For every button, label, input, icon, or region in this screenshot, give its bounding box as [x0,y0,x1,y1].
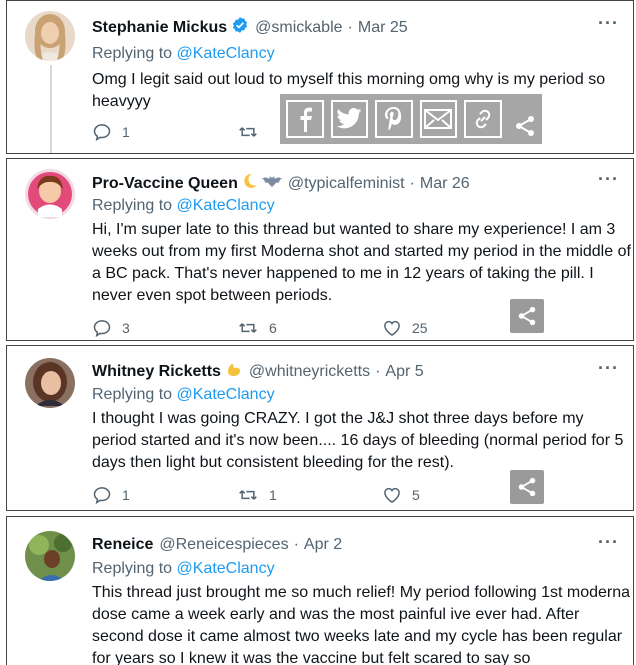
pinterest-icon [384,107,401,131]
author-name[interactable]: Stephanie Mickus [92,19,227,37]
separator-dot: · [409,174,415,192]
tweet-date[interactable]: Mar 25 [358,19,408,37]
tweet-actions: 3 6 25 [92,318,428,338]
share-button[interactable] [510,470,544,504]
heart-icon [384,320,400,336]
tweet-header: Reneice @Reneicespieces · Apr 2 [92,536,342,554]
like-count: 5 [412,487,420,503]
mention-link[interactable]: @KateClancy [177,560,275,577]
like-button[interactable]: 25 [382,318,428,338]
email-share-button[interactable] [419,100,457,138]
separator-dot: · [347,18,353,36]
author-name[interactable]: Whitney Ricketts [92,363,221,381]
more-options-icon[interactable]: ··· [598,532,619,553]
share-icon [516,116,535,136]
like-button[interactable]: 5 [382,485,420,505]
replying-to-label: Replying to [92,386,173,403]
moon-emoji-icon [242,173,258,194]
retweet-count: 1 [269,487,277,503]
share-icon [518,477,536,497]
reply-button[interactable]: 1 [92,485,237,505]
email-icon [424,109,453,129]
more-options-icon[interactable]: ··· [598,169,619,190]
replying-to-label: Replying to [92,197,173,214]
mention-link[interactable]: @KateClancy [177,197,275,214]
separator-dot: · [375,362,381,380]
replying-to-label: Replying to [92,560,173,577]
tweet-actions: 1 1 5 [92,485,420,505]
tweet-header: Pro-Vaccine Queen @typicalfeminist · Mar… [92,173,470,194]
replying-to: Replying to @KateClancy [92,560,275,578]
author-handle[interactable]: @smickable [255,19,342,37]
share-more-button[interactable] [509,109,543,143]
avatar[interactable] [25,358,75,408]
replying-to-label: Replying to [92,45,173,62]
author-name[interactable]: Reneice [92,536,153,554]
share-button[interactable] [510,299,544,333]
tweet-date[interactable]: Apr 5 [385,363,423,381]
link-icon [475,109,490,129]
retweet-icon [239,127,257,137]
tweet-card[interactable]: Reneice @Reneicespieces · Apr 2 ··· Repl… [6,516,634,665]
tweet-text: This thread just brought me so much reli… [92,584,631,665]
share-icon [518,306,536,326]
like-count: 25 [412,320,428,336]
avatar[interactable] [25,169,75,219]
retweet-button[interactable]: 1 [237,485,382,505]
tweet-text: Hi, I'm super late to this thread but wa… [92,221,631,304]
replying-to: Replying to @KateClancy [92,197,275,215]
tweet-date[interactable]: Mar 26 [420,175,470,193]
verified-badge-icon [231,16,249,39]
heart-icon [384,487,400,503]
copy-link-button[interactable] [464,100,502,138]
share-toolbar [280,94,542,144]
twitter-icon [336,108,362,129]
tweet-card[interactable]: Whitney Ricketts @whitneyricketts · Apr … [6,345,634,511]
reply-icon [93,487,111,505]
reply-icon [93,320,111,338]
replying-to: Replying to @KateClancy [92,45,275,63]
retweet-count: 6 [269,320,277,336]
reply-count: 1 [122,124,130,140]
twitter-share-button[interactable] [330,100,368,138]
reply-button[interactable]: 1 [92,122,237,142]
retweet-button[interactable]: 6 [237,318,382,338]
avatar[interactable] [25,11,75,61]
author-handle[interactable]: @whitneyricketts [249,363,370,381]
tweet-card[interactable]: Pro-Vaccine Queen @typicalfeminist · Mar… [6,158,634,341]
reply-icon [93,124,111,142]
reply-button[interactable]: 3 [92,318,237,338]
avatar[interactable] [25,531,75,581]
separator-dot: · [293,536,299,553]
tweet-text: I thought I was going CRAZY. I got the J… [92,410,624,471]
tweet-header: Whitney Ricketts @whitneyricketts · Apr … [92,360,424,383]
reply-count: 3 [122,320,130,336]
pinterest-share-button[interactable] [375,100,413,138]
more-options-icon[interactable]: ··· [598,358,619,379]
replying-to: Replying to @KateClancy [92,386,275,404]
bat-emoji-icon [261,174,282,193]
tweet-header: Stephanie Mickus @smickable · Mar 25 [92,16,408,39]
muscle-emoji-icon [225,360,243,383]
author-handle[interactable]: @Reneicespieces [159,536,288,554]
retweet-icon [239,323,257,333]
more-options-icon[interactable]: ··· [598,13,619,34]
tweet-date[interactable]: Apr 2 [304,536,342,554]
thread-line [50,65,52,153]
author-name[interactable]: Pro-Vaccine Queen [92,175,238,193]
facebook-share-button[interactable] [286,100,324,138]
mention-link[interactable]: @KateClancy [177,386,275,403]
author-handle[interactable]: @typicalfeminist [288,175,405,193]
reply-count: 1 [122,487,130,503]
retweet-icon [239,490,257,500]
facebook-icon [300,107,312,132]
mention-link[interactable]: @KateClancy [177,45,275,62]
